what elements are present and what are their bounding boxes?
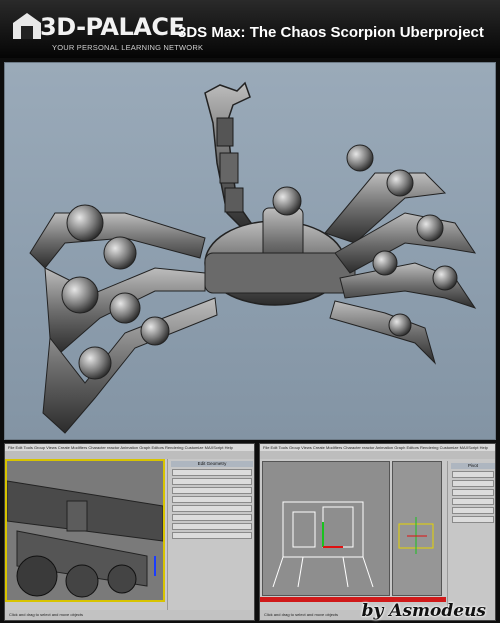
panel-button[interactable] xyxy=(172,487,252,494)
command-panel: Edit Geometry xyxy=(167,459,254,612)
menu-bar: File Edit Tools Group Views Create Modif… xyxy=(5,444,254,451)
perspective-viewport[interactable] xyxy=(5,459,165,602)
panel-button[interactable] xyxy=(452,489,494,496)
panel-button[interactable] xyxy=(452,507,494,514)
panel-button[interactable] xyxy=(172,514,252,521)
brand-name: 3D-PALACE xyxy=(40,13,185,41)
panel-button[interactable] xyxy=(172,469,252,476)
side-view-model xyxy=(398,517,434,554)
panel-button[interactable] xyxy=(452,498,494,505)
panel-button[interactable] xyxy=(172,523,252,530)
perspective-viewport[interactable] xyxy=(262,461,390,596)
panel-button[interactable] xyxy=(452,516,494,523)
page-title: 3DS Max: The Chaos Scorpion Uberproject xyxy=(178,24,484,41)
scorpion-render xyxy=(29,81,477,434)
brand-logo[interactable]: 3D-PALACE YOUR PERSONAL LEARNING NETWORK xyxy=(10,8,203,54)
model-closeup xyxy=(7,461,163,600)
render-viewport xyxy=(4,62,496,440)
panel-title: Pivot xyxy=(451,463,495,469)
wireframe-model xyxy=(272,501,374,588)
panel-button[interactable] xyxy=(172,496,252,503)
panel-button[interactable] xyxy=(172,532,252,539)
panel-button[interactable] xyxy=(172,478,252,485)
main-toolbar xyxy=(260,451,495,459)
house-icon xyxy=(13,13,41,39)
brand-tagline: YOUR PERSONAL LEARNING NETWORK xyxy=(52,43,204,52)
panel-button[interactable] xyxy=(452,471,494,478)
panel-title: Edit Geometry xyxy=(171,461,253,467)
menu-bar: File Edit Tools Group Views Create Modif… xyxy=(260,444,495,451)
panel-button[interactable] xyxy=(452,480,494,487)
site-header: 3D-PALACE YOUR PERSONAL LEARNING NETWORK… xyxy=(0,0,500,58)
artist-signature: by Asmodeus xyxy=(361,601,486,621)
main-toolbar xyxy=(5,451,254,459)
status-bar: Click and drag to select and move object… xyxy=(5,610,254,620)
max-screenshot-left: File Edit Tools Group Views Create Modif… xyxy=(4,443,255,621)
side-viewport[interactable] xyxy=(392,461,442,596)
panel-button[interactable] xyxy=(172,505,252,512)
max-screenshot-right: File Edit Tools Group Views Create Modif… xyxy=(259,443,496,621)
command-panel: Pivot xyxy=(447,461,495,613)
